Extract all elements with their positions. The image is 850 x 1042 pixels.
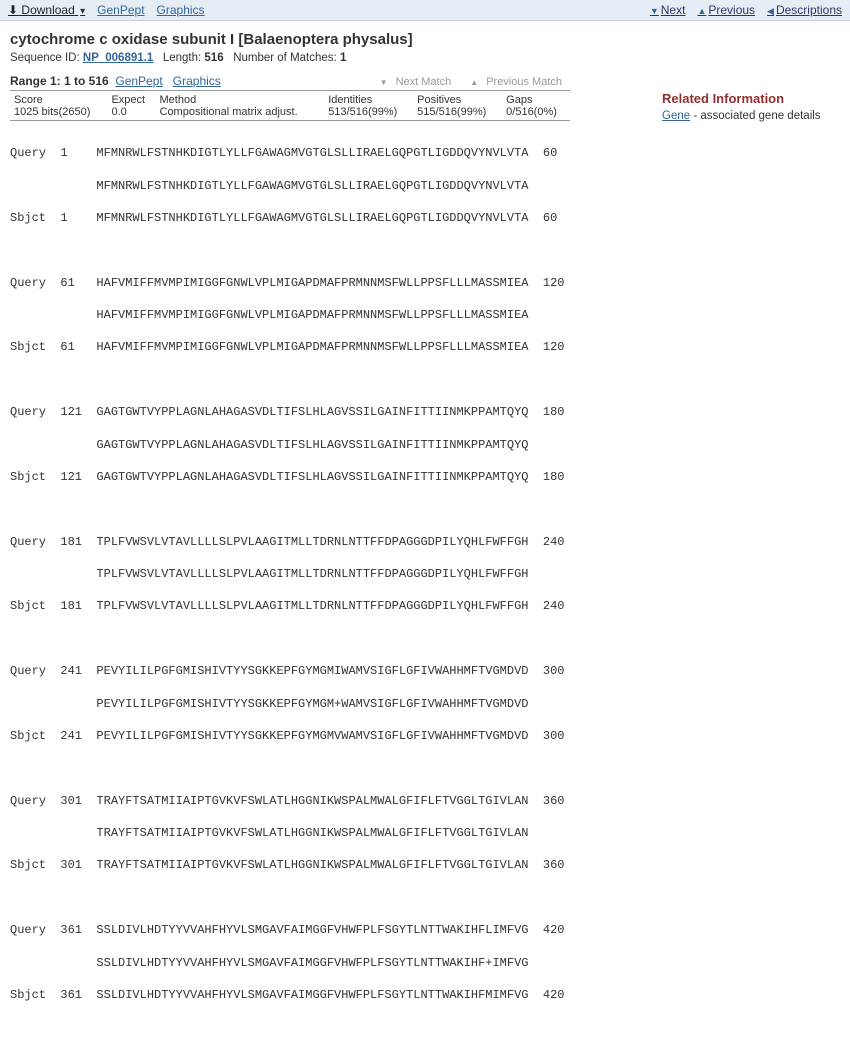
aln-line: HAFVMIFFMVMPIMIGGFGNWLVPLMIGAPDMAFPRMNNM… xyxy=(10,307,652,323)
aln-line: TRAYFTSATMIIAIPTGVKVFSWLATLHGGNIKWSPALMW… xyxy=(10,825,652,841)
triangle-down-icon: ▼ xyxy=(380,78,388,87)
aln-line: Query 361 SSLDIVLHDTYYVVAHFHYVLSMGAVFAIM… xyxy=(10,922,652,938)
chevron-down-icon: ▾ xyxy=(80,6,85,17)
positives-header: Positives xyxy=(413,93,502,106)
top-toolbar: ⬇ Download ▾ GenPept Graphics ▼Next ▲Pre… xyxy=(0,0,850,21)
aln-line: MFMNRWLFSTNHKDIGTLYLLFGAWAGMVGTGLSLLIRAE… xyxy=(10,178,652,194)
related-info-panel: Related Information Gene - associated ge… xyxy=(662,21,850,1042)
expect-header: Expect xyxy=(107,93,155,106)
range-graphics-link[interactable]: Graphics xyxy=(173,74,221,88)
aln-line: PEVYILILPGFGMISHIVTYYSGKKEPFGYMGM+WAMVSI… xyxy=(10,696,652,712)
hit-title: cytochrome c oxidase subunit I [Balaenop… xyxy=(10,31,652,48)
score-value: 1025 bits(2650) xyxy=(10,106,107,121)
matches-value: 1 xyxy=(340,52,346,64)
download-button[interactable]: ⬇ Download ▾ xyxy=(8,3,85,17)
score-header: Score xyxy=(10,93,107,106)
next-match-link: ▼Next Match xyxy=(376,76,456,88)
stats-table: Score Expect Method Identities Positives… xyxy=(10,93,570,121)
descriptions-link[interactable]: ◀Descriptions xyxy=(767,3,842,17)
result-content: cytochrome c oxidase subunit I [Balaenop… xyxy=(0,21,662,1042)
positives-value: 515/516(99%) xyxy=(413,106,502,121)
match-navigation: ▼Next Match ▲Previous Match xyxy=(372,76,570,88)
identities-header: Identities xyxy=(324,93,413,106)
aln-line: Query 1 MFMNRWLFSTNHKDIGTLYLLFGAWAGMVGTG… xyxy=(10,145,652,161)
related-info-title: Related Information xyxy=(662,91,842,106)
download-icon: ⬇ xyxy=(8,3,18,17)
genpept-link[interactable]: GenPept xyxy=(97,3,144,17)
seqid-label: Sequence ID: xyxy=(10,52,80,64)
seqid-link[interactable]: NP_006891.1 xyxy=(83,52,153,64)
gaps-value: 0/516(0%) xyxy=(502,106,570,121)
gene-link[interactable]: Gene xyxy=(662,110,690,122)
aln-line: Sbjct 181 TPLFVWSVLVTAVLLLLSLPVLAAGITMLL… xyxy=(10,598,652,614)
alignment-block: Query 1 MFMNRWLFSTNHKDIGTLYLLFGAWAGMVGTG… xyxy=(10,129,652,1042)
aln-line: Sbjct 1 MFMNRWLFSTNHKDIGTLYLLFGAWAGMVGTG… xyxy=(10,210,652,226)
triangle-up-icon: ▲ xyxy=(470,78,478,87)
aln-line: GAGTGWTVYPPLAGNLAHAGASVDLTIFSLHLAGVSSILG… xyxy=(10,437,652,453)
matches-label: Number of Matches: xyxy=(233,52,337,64)
aln-line: Sbjct 241 PEVYILILPGFGMISHIVTYYSGKKEPFGY… xyxy=(10,728,652,744)
triangle-up-icon: ▲ xyxy=(697,6,706,16)
range-label: Range 1: 1 to 516 xyxy=(10,74,109,88)
prev-match-link: ▲Previous Match xyxy=(466,76,566,88)
aln-line: Sbjct 61 HAFVMIFFMVMPIMIGGFGNWLVPLMIGAPD… xyxy=(10,339,652,355)
aln-line: Query 121 GAGTGWTVYPPLAGNLAHAGASVDLTIFSL… xyxy=(10,404,652,420)
method-value: Compositional matrix adjust. xyxy=(156,106,325,121)
aln-line: TPLFVWSVLVTAVLLLLSLPVLAAGITMLLTDRNLNTTFF… xyxy=(10,566,652,582)
length-value: 516 xyxy=(204,52,223,64)
aln-line: Sbjct 121 GAGTGWTVYPPLAGNLAHAGASVDLTIFSL… xyxy=(10,469,652,485)
range-header: Range 1: 1 to 516 GenPept Graphics ▼Next… xyxy=(10,74,570,91)
aln-line: Sbjct 301 TRAYFTSATMIIAIPTGVKVFSWLATLHGG… xyxy=(10,857,652,873)
length-label: Length: xyxy=(163,52,201,64)
aln-line: Sbjct 361 SSLDIVLHDTYYVVAHFHYVLSMGAVFAIM… xyxy=(10,987,652,1003)
gene-desc: - associated gene details xyxy=(690,110,820,122)
graphics-link[interactable]: Graphics xyxy=(157,3,205,17)
method-header: Method xyxy=(156,93,325,106)
aln-line: Query 301 TRAYFTSATMIIAIPTGVKVFSWLATLHGG… xyxy=(10,793,652,809)
aln-line: Query 181 TPLFVWSVLVTAVLLLLSLPVLAAGITMLL… xyxy=(10,534,652,550)
next-link[interactable]: ▼Next xyxy=(650,3,686,17)
aln-line: Query 61 HAFVMIFFMVMPIMIGGFGNWLVPLMIGAPD… xyxy=(10,275,652,291)
hit-meta: Sequence ID: NP_006891.1 Length: 516 Num… xyxy=(10,52,652,64)
gaps-header: Gaps xyxy=(502,93,570,106)
range-genpept-link[interactable]: GenPept xyxy=(115,74,162,88)
aln-line: SSLDIVLHDTYYVVAHFHYVLSMGAVFAIMGGFVHWFPLF… xyxy=(10,955,652,971)
identities-value: 513/516(99%) xyxy=(324,106,413,121)
previous-link[interactable]: ▲Previous xyxy=(697,3,755,17)
expect-value: 0.0 xyxy=(107,106,155,121)
triangle-left-icon: ◀ xyxy=(767,6,774,16)
aln-line: Query 241 PEVYILILPGFGMISHIVTYYSGKKEPFGY… xyxy=(10,663,652,679)
triangle-down-icon: ▼ xyxy=(650,6,659,16)
